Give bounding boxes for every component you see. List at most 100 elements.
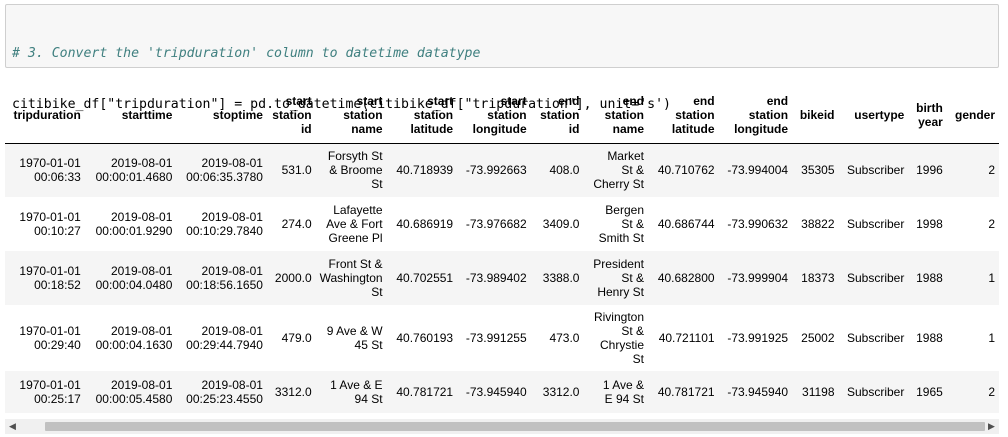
table-cell-line: 31198 [802,385,835,399]
table-cell: 1988 [908,305,946,371]
column-header-line: longitude [734,121,789,136]
table-cell: President St & Henry St [583,251,648,305]
table-cell: 2019-08-01 00:00:01.4680 [85,143,177,197]
table-cell: -73.994004 [719,143,793,197]
column-header-line: id [300,121,312,136]
table-row: 1970-01-01 00:18:52 2019-08-01 00:00:04.048… [5,251,999,305]
table-cell: 40.718939 [387,143,458,197]
table-cell: -73.976682 [457,197,531,251]
table-cell: 9 Ave & W 45 St [316,305,387,371]
table-cell-line: Subscriber [846,331,905,345]
table-cell: Subscriber [839,197,909,251]
table-cell: 2 [947,143,999,197]
code-line-comment: # 3. Convert the 'tripduration' column t… [12,46,481,61]
table-cell: 2019-08-01 00:00:05.4580 [85,371,177,413]
output-area: tripduration starttime stoptime start statio… [5,87,999,413]
table-cell-line: Subscriber [846,163,905,178]
table-cell: 2019-08-01 00:18:56.1650 [176,251,267,305]
table-cell: 31198 [792,371,838,413]
table-cell-line: 94 St [354,392,383,406]
column-header: end station longitude [719,87,793,143]
table-cell: 1965 [908,371,946,413]
scroll-right-arrow-icon[interactable]: ▶ [984,419,999,434]
table-cell-line: 1 [988,331,995,345]
column-header-line: station [487,107,527,122]
table-cell-line: Cherry St [593,177,644,192]
table-cell: 1996 [908,143,946,197]
table-cell: 40.710762 [648,143,719,197]
table-cell: 1970-01-01 00:29:40 [5,305,85,371]
table-cell-line: 9 Ave & W [326,324,383,338]
table-cell-line: 40.760193 [396,331,454,345]
table-cell-line: Rivington [593,310,644,324]
table-cell-line: 00:00:04.1630 [95,338,173,352]
code-cell[interactable]: # 3. Convert the 'tripduration' column t… [5,4,999,163]
table-cell-line: 1988 [916,271,943,285]
column-header-line: id [568,121,580,136]
column-header-line: start [285,93,312,108]
table-cell-line: 00:25:23.4550 [186,392,263,406]
table-cell: 1970-01-01 00:06:33 [5,143,85,197]
table-cell-line: -73.990632 [727,217,789,231]
column-header: start station latitude [387,87,458,143]
table-cell: 1 Ave & E 94 St [583,371,648,413]
header-row: tripduration starttime stoptime start statio… [5,87,999,143]
table-cell-line: 274.0 [281,217,312,231]
table-cell-line: 2019-08-01 [110,156,173,171]
column-header-line: name [351,121,383,136]
table-cell-line: 2019-08-01 [201,156,263,171]
table-cell: Subscriber [839,305,909,371]
column-header: starttime [85,87,177,143]
table-cell-line: Subscriber [846,217,905,231]
table-cell-line: 1996 [916,163,943,178]
table-cell-line: 531.0 [281,163,312,178]
table-cell-line: 38822 [801,217,835,231]
table-cell-line: 40.721101 [658,331,715,345]
table-cell-line: 2 [988,385,995,399]
table-cell-line: -73.992663 [465,163,527,178]
table-cell: 2019-08-01 00:00:04.0480 [85,251,177,305]
table-cell-line: 00:06:33 [34,170,81,185]
scroll-left-arrow-icon[interactable]: ◀ [5,419,20,434]
table-cell: 2019-08-01 00:29:44.7940 [176,305,267,371]
column-header-line: latitude [671,121,715,136]
table-cell: 1998 [908,197,946,251]
table-cell-line: -73.999904 [727,271,789,285]
column-header: end station name [583,87,648,143]
table-cell-line: 2019-08-01 [110,264,173,278]
table-cell: 531.0 [267,143,316,197]
table-cell: Lafayette Ave & Fort Greene Pl [316,197,387,251]
table-cell: -73.945940 [457,371,531,413]
column-header-line: station [748,107,789,122]
column-header-line: birth [916,100,943,115]
table-cell-line: 1970-01-01 [19,324,81,338]
table-cell-line: Front St & [328,257,383,271]
table-cell-line: St & [621,163,644,178]
table-cell: 3409.0 [531,197,584,251]
table-cell: 2019-08-01 00:00:01.9290 [85,197,177,251]
table-row: 1970-01-01 00:25:17 2019-08-01 00:00:05.458… [5,371,999,413]
table-cell-line: 1 Ave & E [330,378,383,392]
horizontal-scrollbar[interactable]: ◀ ▶ [5,419,999,434]
table-cell: 2 [947,197,999,251]
table-cell: Subscriber [839,143,909,197]
table-cell: 18373 [792,251,838,305]
dataframe-table: tripduration starttime stoptime start statio… [5,87,999,413]
table-cell-line: 40.781721 [657,385,715,399]
table-cell-line: 40.781721 [396,385,454,399]
column-header-line: name [612,121,644,136]
table-cell: 40.682800 [648,251,719,305]
scrollbar-thumb[interactable] [45,422,985,431]
column-header-line: gender [954,107,995,122]
table-cell: 1 Ave & E 94 St [316,371,387,413]
table-cell-line: 408.0 [549,163,580,178]
table-cell-line: -73.991255 [465,331,527,345]
table-cell-line: 40.702551 [396,271,454,285]
table-cell: 40.721101 [648,305,719,371]
table-body: 1970-01-01 00:06:33 2019-08-01 00:00:01.468… [5,143,999,413]
table-cell-line: 18373 [801,271,835,285]
table-cell-line: Market [607,149,644,164]
table-cell: 1970-01-01 00:25:17 [5,371,85,413]
table-row: 1970-01-01 00:10:27 2019-08-01 00:00:01.929… [5,197,999,251]
table-cell: 479.0 [267,305,316,371]
